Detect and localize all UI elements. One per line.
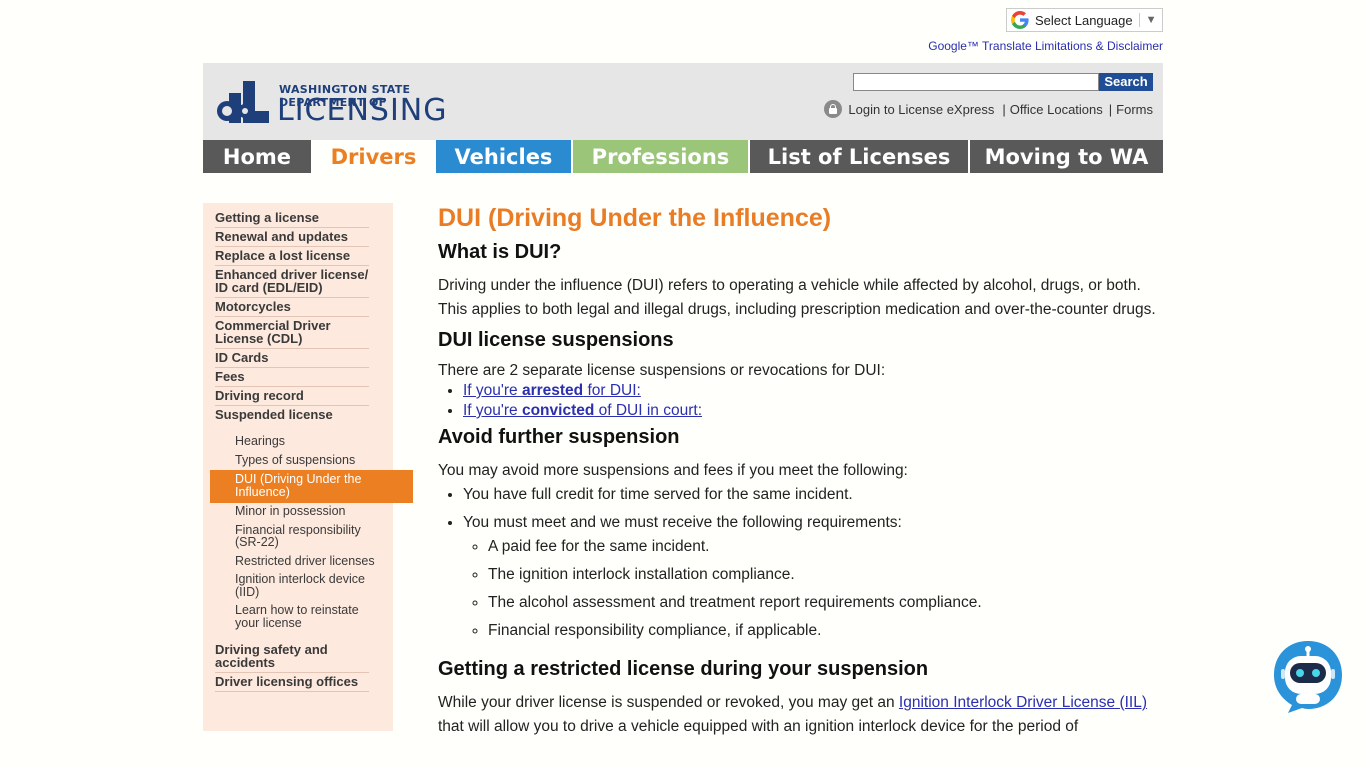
- list-item-text: You must meet and we must receive the fo…: [463, 514, 902, 531]
- search-button[interactable]: Search: [1099, 73, 1153, 91]
- sidebar-subitem-sr22[interactable]: Financial responsibility (SR-22): [235, 522, 385, 553]
- link-text: for DUI:: [583, 382, 641, 399]
- sidebar-subitem-dui[interactable]: DUI (Driving Under the Influence): [210, 470, 413, 503]
- paragraph-restricted: While your driver license is suspended o…: [438, 691, 1158, 739]
- tab-moving-to-wa[interactable]: Moving to WA: [970, 140, 1163, 173]
- main-content: DUI (Driving Under the Influence) What i…: [438, 200, 1158, 739]
- link-text: of DUI in court:: [594, 402, 703, 419]
- utility-links: Login to License eXpress | Office Locati…: [813, 99, 1153, 119]
- forms-link[interactable]: Forms: [1116, 102, 1153, 117]
- sidebar-item-fees[interactable]: Fees: [215, 368, 369, 387]
- requirements-list: A paid fee for the same incident. The ig…: [463, 535, 1158, 643]
- chatbot-button[interactable]: [1272, 639, 1344, 713]
- paragraph-avoid: You may avoid more suspensions and fees …: [438, 462, 908, 479]
- sidebar-item-motorcycles[interactable]: Motorcycles: [215, 298, 369, 317]
- section-heading-avoid: Avoid further suspension: [438, 426, 680, 448]
- office-locations-link[interactable]: Office Locations: [1010, 102, 1103, 117]
- tab-drivers[interactable]: Drivers: [313, 140, 436, 173]
- section-heading-suspensions: DUI license suspensions: [438, 329, 674, 351]
- sidebar-item-licensing-offices[interactable]: Driver licensing offices: [215, 673, 369, 692]
- link-text: If you're: [463, 402, 522, 419]
- robot-icon: [1274, 641, 1342, 713]
- list-item: A paid fee for the same incident.: [488, 535, 1158, 559]
- divider: |: [1002, 101, 1006, 117]
- tab-professions[interactable]: Professions: [573, 140, 750, 173]
- sidebar: Getting a license Renewal and updates Re…: [203, 203, 413, 731]
- link-bold-text: arrested: [521, 382, 584, 399]
- tab-vehicles[interactable]: Vehicles: [436, 140, 573, 173]
- list-item: If you're convicted of DUI in court:: [463, 401, 1158, 421]
- iil-link[interactable]: Ignition Interlock Driver License (IIL): [899, 694, 1147, 711]
- tab-home[interactable]: Home: [203, 140, 313, 173]
- suspension-links-list: If you're arrested for DUI: If you're co…: [438, 381, 1158, 421]
- paragraph-text: that will allow you to drive a vehicle e…: [438, 718, 1079, 735]
- search-input[interactable]: [853, 73, 1099, 91]
- language-select[interactable]: Select Language ▼: [1006, 8, 1163, 32]
- divider: |: [1108, 101, 1113, 117]
- sidebar-subitem-types-of-suspensions[interactable]: Types of suspensions: [235, 452, 385, 471]
- paragraph-text: While your driver license is suspended o…: [438, 694, 899, 711]
- sidebar-item-replace-lost[interactable]: Replace a lost license: [215, 247, 369, 266]
- sidebar-subitem-minor-in-possession[interactable]: Minor in possession: [235, 503, 385, 522]
- lock-icon: [824, 100, 843, 118]
- sidebar-subitem-restricted-licenses[interactable]: Restricted driver licenses: [235, 553, 385, 572]
- sidebar-item-edl[interactable]: Enhanced driver license/ ID card (EDL/EI…: [215, 266, 369, 298]
- dol-logo-mark-icon: [217, 81, 269, 123]
- sidebar-item-suspended-license[interactable]: Suspended license: [215, 406, 369, 433]
- section-heading-restricted: Getting a restricted license during your…: [438, 658, 929, 680]
- main-nav: Home Drivers Vehicles Professions List o…: [203, 140, 1163, 173]
- list-item: You must meet and we must receive the fo…: [463, 511, 1158, 643]
- login-link[interactable]: Login to License eXpress: [848, 102, 994, 117]
- language-select-label: Select Language: [1035, 12, 1133, 28]
- link-text: If you're: [463, 382, 522, 399]
- translate-disclaimer-link[interactable]: Google™ Translate Limitations & Disclaim…: [928, 39, 1163, 53]
- list-item: The ignition interlock installation comp…: [488, 563, 1158, 587]
- google-icon: [1011, 11, 1029, 29]
- sidebar-item-getting-a-license[interactable]: Getting a license: [215, 209, 369, 228]
- convicted-link[interactable]: If you're convicted of DUI in court:: [463, 402, 702, 419]
- arrested-link[interactable]: If you're arrested for DUI:: [463, 382, 641, 399]
- sidebar-item-id-cards[interactable]: ID Cards: [215, 349, 369, 368]
- site-header: WASHINGTON STATE DEPARTMENT OF LICENSING…: [203, 63, 1163, 140]
- link-bold-text: convicted: [521, 402, 595, 419]
- list-item: Financial responsibility compliance, if …: [488, 619, 1158, 643]
- divider: [1138, 13, 1140, 27]
- dol-logo[interactable]: WASHINGTON STATE DEPARTMENT OF LICENSING: [217, 75, 487, 128]
- sidebar-subitem-reinstate[interactable]: Learn how to reinstate your license: [235, 602, 385, 641]
- sidebar-item-cdl[interactable]: Commercial Driver License (CDL): [215, 317, 369, 349]
- paragraph-suspensions: There are 2 separate license suspensions…: [438, 362, 886, 379]
- list-item: If you're arrested for DUI:: [463, 381, 1158, 401]
- tab-list-of-licenses[interactable]: List of Licenses: [750, 140, 970, 173]
- sidebar-subitem-iid[interactable]: Ignition interlock device (IID): [235, 571, 385, 602]
- dropdown-arrow-icon: ▼: [1145, 14, 1157, 26]
- logo-title: LICENSING: [277, 93, 448, 128]
- sidebar-item-driving-record[interactable]: Driving record: [215, 387, 369, 406]
- page-title: DUI (Driving Under the Influence): [438, 204, 832, 232]
- list-item: You have full credit for time served for…: [463, 483, 1158, 507]
- section-heading-what-is-dui: What is DUI?: [438, 241, 562, 263]
- sidebar-item-driving-safety[interactable]: Driving safety and accidents: [215, 641, 369, 673]
- paragraph-what-is-dui: Driving under the influence (DUI) refers…: [438, 277, 1156, 318]
- list-item: The alcohol assessment and treatment rep…: [488, 591, 1158, 615]
- avoid-list: You have full credit for time served for…: [438, 483, 1158, 643]
- sidebar-subitem-hearings[interactable]: Hearings: [235, 433, 385, 452]
- sidebar-item-renewal[interactable]: Renewal and updates: [215, 228, 369, 247]
